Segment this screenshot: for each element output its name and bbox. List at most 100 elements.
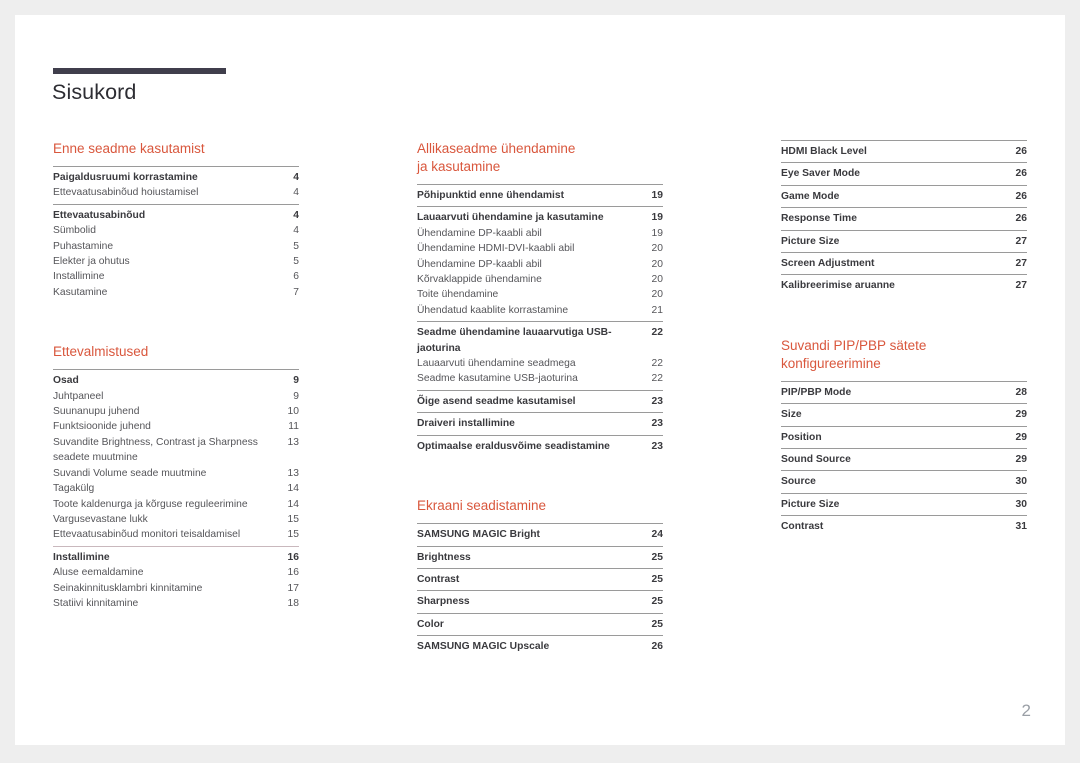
toc-entry-page-number: 23 bbox=[651, 440, 663, 452]
toc-entry-page-number: 15 bbox=[287, 513, 299, 525]
toc-section: Ettevalmistused Osad 9 Juhtpaneel 9 Suunanupu… bbox=[53, 343, 299, 614]
toc-entry[interactable]: Tagakülg 14 bbox=[53, 481, 299, 496]
toc-group: Size 29 bbox=[781, 403, 1027, 425]
toc-entry[interactable]: Elekter ja ohutus 5 bbox=[53, 254, 299, 269]
toc-entry-page-number: 20 bbox=[651, 243, 663, 255]
toc-entry[interactable]: Ettevaatusabinõud 4 bbox=[53, 208, 299, 223]
toc-entry-label: Suvandite Brightness, Contrast ja Sharpn… bbox=[53, 436, 258, 464]
toc-entry-label: SAMSUNG MAGIC Bright bbox=[417, 529, 540, 541]
toc-entry[interactable]: Size 29 bbox=[781, 407, 1027, 422]
toc-entry-page-number: 5 bbox=[293, 240, 299, 252]
toc-entry[interactable]: Vargusevastane lukk 15 bbox=[53, 512, 299, 527]
toc-entry-page-number: 13 bbox=[287, 467, 299, 479]
toc-group: Ettevaatusabinõud 4 Sümbolid 4 Puhastamine 5 E… bbox=[53, 203, 299, 303]
toc-entry[interactable]: Statiivi kinnitamine 18 bbox=[53, 596, 299, 611]
toc-entry-label: Juhtpaneel bbox=[53, 390, 104, 402]
toc-entry[interactable]: Kõrvaklappide ühendamine 20 bbox=[417, 272, 663, 287]
toc-entry[interactable]: Puhastamine 5 bbox=[53, 239, 299, 254]
toc-entry[interactable]: SAMSUNG MAGIC Bright 24 bbox=[417, 527, 663, 542]
toc-entry[interactable]: Kasutamine 7 bbox=[53, 285, 299, 300]
toc-entry-label: Tagakülg bbox=[53, 483, 95, 495]
toc-column-1: Enne seadme kasutamist Paigaldusruumi kor… bbox=[53, 140, 299, 614]
toc-entry[interactable]: Picture Size 30 bbox=[781, 497, 1027, 512]
toc-entry[interactable]: SAMSUNG MAGIC Upscale 26 bbox=[417, 639, 663, 654]
toc-entry[interactable]: Toote kaldenurga ja kõrguse reguleerimin… bbox=[53, 497, 299, 512]
toc-entry[interactable]: Paigaldusruumi korrastamine 4 bbox=[53, 170, 299, 185]
toc-entry[interactable]: Osad 9 bbox=[53, 373, 299, 388]
toc-entry[interactable]: Eye Saver Mode 26 bbox=[781, 166, 1027, 181]
toc-entry-label: Statiivi kinnitamine bbox=[53, 597, 139, 609]
toc-entry[interactable]: Ettevaatusabinõud monitori teisaldamisel… bbox=[53, 527, 299, 542]
toc-entry[interactable]: Response Time 26 bbox=[781, 211, 1027, 226]
toc-entry-label: PIP/PBP Mode bbox=[781, 386, 852, 398]
toc-entry[interactable]: Seadme ühendamine lauaarvutiga USB-jaotu… bbox=[417, 325, 663, 356]
toc-entry[interactable]: Seinakinnitusklambri kinnitamine 17 bbox=[53, 581, 299, 596]
toc-entry[interactable]: Position 29 bbox=[781, 430, 1027, 445]
toc-entry-page-number: 4 bbox=[293, 225, 299, 237]
toc-entry[interactable]: Seadme kasutamine USB-jaoturina 22 bbox=[417, 371, 663, 386]
toc-entry[interactable]: Contrast 31 bbox=[781, 519, 1027, 534]
toc-entry[interactable]: Toite ühendamine 20 bbox=[417, 287, 663, 302]
toc-entry[interactable]: Screen Adjustment 27 bbox=[781, 256, 1027, 271]
toc-entry-label: Põhipunktid enne ühendamist bbox=[417, 190, 565, 201]
toc-entry[interactable]: Brightness 25 bbox=[417, 550, 663, 565]
toc-entry[interactable]: Sound Source 29 bbox=[781, 452, 1027, 467]
toc-entry[interactable]: Funktsioonide juhend 11 bbox=[53, 419, 299, 434]
toc-entry[interactable]: HDMI Black Level 26 bbox=[781, 144, 1027, 159]
toc-entry-page-number: 19 bbox=[651, 190, 663, 201]
toc-group: Contrast 25 bbox=[417, 567, 663, 590]
toc-entry-page-number: 27 bbox=[1015, 258, 1027, 270]
toc-entry[interactable]: Lauaarvuti ühendamine seadmega 22 bbox=[417, 356, 663, 371]
toc-entry[interactable]: Suvandite Brightness, Contrast ja Sharpn… bbox=[53, 435, 299, 466]
toc-entry-label: Osad bbox=[53, 375, 79, 387]
toc-entry-label: Contrast bbox=[781, 521, 824, 533]
toc-entry[interactable]: Ühendatud kaablite korrastamine 21 bbox=[417, 303, 663, 318]
toc-entry[interactable]: Installimine 6 bbox=[53, 269, 299, 284]
toc-group: Sound Source 29 bbox=[781, 448, 1027, 470]
toc-group: Draiveri installimine 23 bbox=[417, 412, 663, 434]
toc-entry-label: Seinakinnitusklambri kinnitamine bbox=[53, 582, 203, 594]
toc-entry-label: Suvandi Volume seade muutmine bbox=[53, 467, 207, 479]
toc-entry-label: Picture Size bbox=[781, 235, 840, 247]
toc-entry[interactable]: Sümbolid 4 bbox=[53, 223, 299, 238]
toc-entry[interactable]: Suvandi Volume seade muutmine 13 bbox=[53, 466, 299, 481]
toc-entry-label: Funktsioonide juhend bbox=[53, 421, 151, 433]
toc-entry-label: Vargusevastane lukk bbox=[53, 513, 148, 525]
toc-entry-page-number: 26 bbox=[1015, 168, 1027, 180]
toc-entry[interactable]: Kalibreerimise aruanne 27 bbox=[781, 278, 1027, 293]
toc-entry[interactable]: Ühendamine DP-kaabli abil 20 bbox=[417, 257, 663, 272]
toc-entry[interactable]: Installimine 16 bbox=[53, 550, 299, 565]
toc-group: Picture Size 30 bbox=[781, 492, 1027, 515]
toc-entry[interactable]: Game Mode 26 bbox=[781, 189, 1027, 204]
toc-entry[interactable]: Ühendamine HDMI-DVI-kaabli abil 20 bbox=[417, 241, 663, 256]
toc-entry[interactable]: Põhipunktid enne ühendamist 19 bbox=[417, 188, 663, 203]
section-heading: Ekraani seadistamine bbox=[417, 498, 547, 514]
toc-entry[interactable]: Lauaarvuti ühendamine ja kasutamine 19 bbox=[417, 210, 663, 225]
toc-group: Eye Saver Mode 26 bbox=[781, 162, 1027, 184]
toc-entry-label: Source bbox=[781, 476, 816, 488]
toc-entry-label: Sümbolid bbox=[53, 225, 96, 237]
toc-entry-page-number: 28 bbox=[1015, 386, 1027, 398]
toc-entry[interactable]: Aluse eemaldamine 16 bbox=[53, 565, 299, 580]
toc-entry-label: Ettevaatusabinõud bbox=[53, 209, 146, 221]
toc-entry[interactable]: Color 25 bbox=[417, 617, 663, 632]
toc-entry[interactable]: Juhtpaneel 9 bbox=[53, 389, 299, 404]
toc-entry-label: Õige asend seadme kasutamisel bbox=[417, 395, 576, 407]
toc-entry-label: Toote kaldenurga ja kõrguse reguleerimin… bbox=[53, 498, 248, 510]
toc-entry-label: Ettevaatusabinõud monitori teisaldamisel bbox=[53, 529, 241, 541]
toc-entry[interactable]: Contrast 25 bbox=[417, 572, 663, 587]
toc-entry[interactable]: Picture Size 27 bbox=[781, 234, 1027, 249]
toc-entry[interactable]: Optimaalse eraldusvõime seadistamine 23 bbox=[417, 439, 663, 454]
toc-entry[interactable]: Sharpness 25 bbox=[417, 594, 663, 609]
toc-entry[interactable]: Suunanupu juhend 10 bbox=[53, 404, 299, 419]
toc-entry[interactable]: Draiveri installimine 23 bbox=[417, 416, 663, 431]
toc-entry[interactable]: Õige asend seadme kasutamisel 23 bbox=[417, 394, 663, 409]
toc-entry-label: Seadme ühendamine lauaarvutiga USB-jaotu… bbox=[417, 327, 612, 354]
toc-group: Lauaarvuti ühendamine ja kasutamine 19 Ühe… bbox=[417, 206, 663, 321]
toc-entry[interactable]: PIP/PBP Mode 28 bbox=[781, 385, 1027, 400]
toc-entry-page-number: 22 bbox=[651, 373, 663, 385]
toc-entry[interactable]: Source 30 bbox=[781, 474, 1027, 489]
toc-entry[interactable]: Ühendamine DP-kaabli abil 19 bbox=[417, 226, 663, 241]
toc-entry[interactable]: Ettevaatusabinõud hoiustamisel 4 bbox=[53, 185, 299, 200]
